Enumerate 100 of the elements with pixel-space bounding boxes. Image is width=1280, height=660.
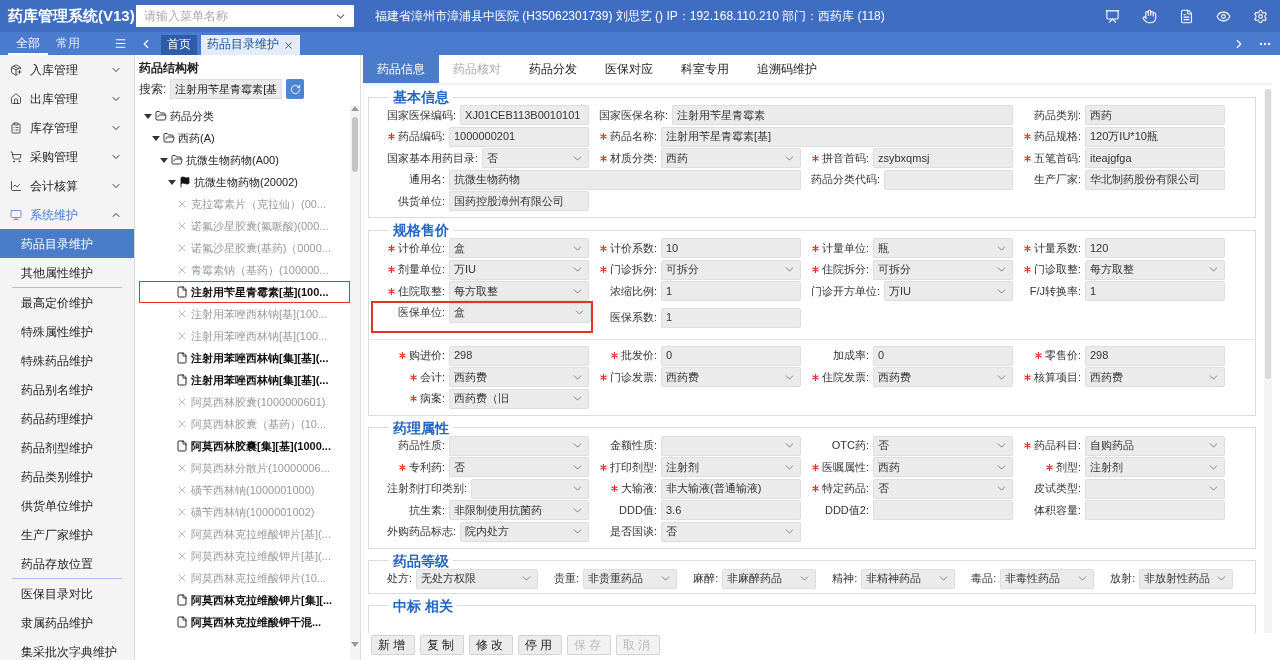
scrollbar[interactable]: [1264, 89, 1272, 633]
submenu-item[interactable]: 药品类别维护: [0, 462, 134, 491]
tree-item[interactable]: 西药(A): [139, 127, 350, 149]
text-field[interactable]: 298: [1085, 345, 1225, 366]
select-field[interactable]: 非贵重药品: [583, 568, 678, 589]
select-field[interactable]: 否: [482, 148, 589, 168]
select-field[interactable]: 盒: [449, 302, 591, 323]
detail-tab[interactable]: 药品信息: [363, 55, 439, 83]
text-field[interactable]: 0: [873, 345, 1013, 366]
submenu-item[interactable]: 其他属性维护: [0, 258, 134, 287]
text-field[interactable]: 西药: [1085, 105, 1225, 125]
presentation-icon[interactable]: [1105, 8, 1120, 24]
select-field[interactable]: 非毒性药品: [1000, 568, 1095, 589]
select-field[interactable]: 否: [873, 435, 1013, 456]
tree-item[interactable]: 阿莫西林胶囊[集][基](1000...: [139, 435, 350, 457]
tree-item[interactable]: 阿莫西林克拉维酸钾干混...: [139, 611, 350, 633]
select-field[interactable]: 否: [873, 478, 1013, 499]
select-field[interactable]: 西药费: [873, 367, 1013, 387]
text-field[interactable]: 120万IU*10瓶: [1085, 126, 1225, 147]
select-field[interactable]: 无处方权限: [416, 568, 539, 589]
text-field[interactable]: 10: [661, 238, 801, 258]
select-field[interactable]: [449, 435, 589, 456]
select-field[interactable]: [471, 478, 589, 499]
select-field[interactable]: 可拆分: [661, 259, 801, 280]
submenu-item[interactable]: 药品别名维护: [0, 375, 134, 404]
submenu-item[interactable]: 特殊属性维护: [0, 317, 134, 346]
menu-item[interactable]: 库存管理: [0, 113, 134, 142]
submenu-item[interactable]: 生产厂家维护: [0, 520, 134, 549]
text-field[interactable]: 1: [661, 307, 801, 328]
submenu-item[interactable]: 药品目录维护: [0, 229, 134, 258]
scroll-up-icon[interactable]: [351, 105, 359, 113]
refresh-button[interactable]: [286, 79, 305, 99]
detail-tab[interactable]: 追溯码维护: [743, 55, 831, 83]
settings-icon[interactable]: [1253, 8, 1268, 24]
text-field[interactable]: 120: [1085, 238, 1225, 258]
text-field[interactable]: iteajgfga: [1085, 148, 1225, 168]
select-field[interactable]: 西药费: [449, 367, 589, 387]
tree-item[interactable]: 注射用苯唑西林钠[集][基](...: [139, 347, 350, 369]
submenu-item[interactable]: 供货单位维护: [0, 491, 134, 520]
submenu-item[interactable]: 特殊药品维护: [0, 346, 134, 375]
select-field[interactable]: 万IU: [884, 281, 1013, 301]
hand-icon[interactable]: [1142, 8, 1157, 24]
text-field[interactable]: [1085, 500, 1225, 520]
close-icon[interactable]: [283, 39, 294, 51]
tree-search-field[interactable]: 注射用苄星青霉素[基: [170, 79, 283, 99]
menu-item[interactable]: 系统维护: [0, 200, 134, 229]
select-field[interactable]: 否: [449, 457, 589, 477]
page-tab[interactable]: 药品目录维护: [201, 35, 300, 55]
tree-item[interactable]: 注射用苯唑西林钠[集][基](...: [139, 369, 350, 391]
select-field[interactable]: 西药费: [1085, 367, 1225, 387]
menu-item[interactable]: 入库管理: [0, 55, 134, 84]
text-field[interactable]: 1000000201: [449, 126, 589, 147]
select-field[interactable]: 西药费（旧: [449, 388, 589, 409]
scroll-down-icon[interactable]: [351, 640, 359, 648]
detail-tab[interactable]: 科室专用: [667, 55, 743, 83]
tree-item[interactable]: 抗微生物药物(A00): [139, 149, 350, 171]
text-field[interactable]: zsybxqmsj: [873, 148, 1013, 168]
text-field[interactable]: [884, 169, 1013, 190]
submenu-item[interactable]: 隶属药品维护: [0, 608, 134, 637]
text-field[interactable]: 3.6: [661, 500, 801, 520]
submenu-item[interactable]: 药品剂型维护: [0, 433, 134, 462]
select-field[interactable]: 每方取整: [449, 281, 589, 301]
menu-item[interactable]: 采购管理: [0, 142, 134, 171]
select-field[interactable]: [1085, 478, 1225, 499]
text-field[interactable]: 注射用苄星青霉素: [672, 105, 1013, 125]
menu-item[interactable]: 出库管理: [0, 84, 134, 113]
select-field[interactable]: 万IU: [449, 259, 589, 280]
select-field[interactable]: 否: [661, 521, 801, 542]
text-field[interactable]: [873, 500, 1013, 520]
detail-tab[interactable]: 药品分发: [515, 55, 591, 83]
select-field[interactable]: 可拆分: [873, 259, 1013, 280]
tree-item[interactable]: 注射用苄星青霉素[基](100...: [139, 281, 350, 303]
scrollbar-thumb[interactable]: [352, 117, 358, 172]
submenu-item[interactable]: 最高定价维护: [0, 288, 134, 317]
select-field[interactable]: [661, 435, 801, 456]
select-field[interactable]: 盒: [449, 238, 589, 258]
text-field[interactable]: 国药控股漳州有限公司: [449, 191, 589, 211]
text-field[interactable]: 非大输液(普通输液): [661, 478, 801, 499]
text-field[interactable]: XJ01CEB113B0010101: [460, 105, 589, 125]
sidebar-tab[interactable]: 常用: [48, 32, 88, 55]
text-field[interactable]: 1: [1085, 281, 1225, 301]
select-field[interactable]: 注射剂: [1085, 457, 1225, 477]
action-button[interactable]: 停用: [518, 635, 562, 655]
submenu-item[interactable]: 药品药理维护: [0, 404, 134, 433]
action-button[interactable]: 修改: [469, 635, 513, 655]
text-field[interactable]: 1: [661, 281, 801, 301]
tree-item[interactable]: 阿莫西林克拉维酸钾片[集][...: [139, 589, 350, 611]
action-button[interactable]: 新增: [371, 635, 415, 655]
select-field[interactable]: 非放射性药品: [1139, 568, 1234, 589]
select-field[interactable]: 西药: [661, 148, 801, 168]
select-field[interactable]: 西药: [873, 457, 1013, 477]
action-button[interactable]: 复制: [420, 635, 464, 655]
text-field[interactable]: 298: [449, 345, 589, 366]
select-field[interactable]: 瓶: [873, 238, 1013, 258]
submenu-item[interactable]: 药品存放位置: [0, 549, 134, 578]
submenu-item[interactable]: 集采批次字典维护: [0, 637, 134, 660]
select-field[interactable]: 非麻醉药品: [722, 568, 817, 589]
eye-icon[interactable]: [1216, 8, 1231, 24]
detail-tab[interactable]: 医保对应: [591, 55, 667, 83]
submenu-item[interactable]: 医保目录对比: [0, 579, 134, 608]
